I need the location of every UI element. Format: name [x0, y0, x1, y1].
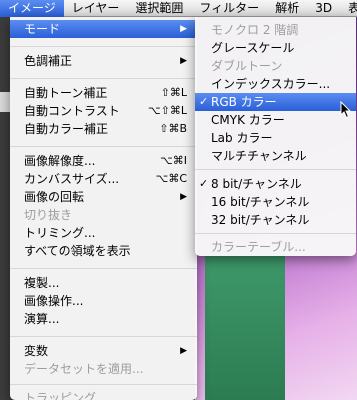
submenu-item-indexed-color[interactable]: インデックスカラー... — [195, 75, 356, 93]
menu-item-label: モード — [24, 22, 61, 36]
menu-item-label: マルチチャンネル — [211, 149, 307, 163]
menu-separator — [10, 384, 197, 385]
menu-item-label: 切り抜き — [24, 208, 73, 222]
menu-item-label: 複製... — [24, 276, 60, 290]
menu-item-label: トラッピング... — [24, 391, 108, 400]
shortcut-label: ⌥⇧⌘L — [147, 104, 187, 117]
menu-item-label: 画像の回転 — [24, 190, 85, 204]
menu-item-label: 変数 — [24, 344, 49, 358]
submenu-item-bitmap: モノクロ 2 階調 — [195, 21, 356, 39]
menu-item-adjustments[interactable]: 色調補正 ▶ — [10, 52, 197, 70]
submenu-arrow-icon: ▶ — [180, 56, 187, 66]
menu-item-label: 32 bit/チャンネル — [211, 213, 310, 227]
menu-item-reveal-all[interactable]: すべての領域を表示 — [10, 242, 197, 260]
menu-item-label: 画像解像度... — [24, 154, 96, 168]
menu-item-apply-image[interactable]: 画像操作... — [10, 292, 197, 310]
menu-separator — [10, 336, 197, 337]
menu-item-label: モノクロ 2 階調 — [211, 23, 299, 37]
submenu-item-multichannel[interactable]: マルチチャンネル — [195, 147, 356, 165]
checkmark-icon: ✓ — [199, 177, 209, 190]
menubar-layer[interactable]: レイヤー — [64, 0, 128, 17]
submenu-item-grayscale[interactable]: グレースケール — [195, 39, 356, 57]
submenu-arrow-icon: ▶ — [180, 24, 187, 34]
menu-item-label: すべての領域を表示 — [24, 244, 131, 258]
menu-item-image-rotation[interactable]: 画像の回転 ▶ — [10, 188, 197, 206]
menu-item-auto-color[interactable]: 自動カラー補正 ⇧⌘B — [10, 120, 197, 138]
menu-item-label: カンバスサイズ... — [24, 172, 120, 186]
menu-item-duplicate[interactable]: 複製... — [10, 274, 197, 292]
menu-item-crop: 切り抜き — [10, 206, 197, 224]
menu-separator — [195, 169, 356, 170]
menubar-3d[interactable]: 3D — [307, 0, 340, 17]
shortcut-label: ⌥⌘C — [155, 172, 187, 185]
ruler-strip — [0, 92, 10, 112]
menu-item-label: 8 bit/チャンネル — [211, 177, 302, 191]
menu-item-label: カラーテーブル... — [211, 240, 306, 254]
submenu-item-color-table: カラーテーブル... — [195, 238, 356, 256]
menu-item-trap: トラッピング... — [10, 389, 197, 400]
menu-item-auto-contrast[interactable]: 自動コントラスト ⌥⇧⌘L — [10, 102, 197, 120]
menubar: イメージ レイヤー 選択範囲 フィルター 解析 3D 表 — [0, 0, 357, 17]
menu-item-auto-tone[interactable]: 自動トーン補正 ⇧⌘L — [10, 84, 197, 102]
menu-item-image-size[interactable]: 画像解像度... ⌥⌘I — [10, 152, 197, 170]
menubar-image[interactable]: イメージ — [0, 0, 64, 17]
menubar-analysis[interactable]: 解析 — [267, 0, 307, 17]
menu-item-label: 色調補正 — [24, 54, 73, 68]
menu-item-label: 自動トーン補正 — [24, 86, 108, 100]
menu-item-apply-data-set: データセットを適用... — [10, 360, 197, 378]
menu-separator — [10, 78, 197, 79]
menu-item-label: 自動カラー補正 — [24, 122, 109, 136]
menu-item-mode[interactable]: モード ▶ — [10, 20, 197, 38]
mode-submenu: モノクロ 2 階調 グレースケール ダブルトーン インデックスカラー... ✓ … — [195, 17, 356, 256]
submenu-item-16bit[interactable]: 16 bit/チャンネル — [195, 193, 356, 211]
menu-item-label: ダブルトーン — [211, 59, 283, 73]
submenu-item-duotone: ダブルトーン — [195, 57, 356, 75]
menu-item-variables[interactable]: 変数 ▶ — [10, 342, 197, 360]
menu-separator — [10, 268, 197, 269]
menu-item-label: グレースケール — [211, 41, 295, 55]
menu-separator — [10, 46, 197, 47]
menubar-view[interactable]: 表 — [340, 0, 357, 17]
submenu-item-lab-color[interactable]: Lab カラー — [195, 129, 356, 147]
canvas-green-region — [205, 250, 285, 400]
menu-item-label: RGB カラー — [211, 95, 277, 109]
menu-separator — [195, 233, 356, 234]
menu-item-label: CMYK カラー — [211, 113, 285, 127]
menubar-filter[interactable]: フィルター — [191, 0, 267, 17]
shortcut-label: ⇧⌘L — [160, 86, 187, 99]
menu-item-canvas-size[interactable]: カンバスサイズ... ⌥⌘C — [10, 170, 197, 188]
menu-item-label: 演算... — [24, 312, 60, 326]
mouse-cursor-icon — [340, 101, 352, 119]
menu-item-label: インデックスカラー... — [211, 77, 331, 91]
menu-item-label: データセットを適用... — [24, 362, 144, 376]
menubar-select[interactable]: 選択範囲 — [127, 0, 191, 17]
submenu-item-8bit[interactable]: ✓ 8 bit/チャンネル — [195, 175, 356, 193]
menu-item-calculations[interactable]: 演算... — [10, 310, 197, 328]
submenu-item-cmyk-color[interactable]: CMYK カラー — [195, 111, 356, 129]
menu-item-label: Lab カラー — [211, 131, 273, 145]
menu-item-label: トリミング... — [24, 226, 96, 240]
menu-item-label: 16 bit/チャンネル — [211, 195, 310, 209]
shortcut-label: ⇧⌘B — [159, 122, 187, 135]
submenu-item-32bit[interactable]: 32 bit/チャンネル — [195, 211, 356, 229]
menu-separator — [10, 146, 197, 147]
image-menu: モード ▶ 色調補正 ▶ 自動トーン補正 ⇧⌘L 自動コントラスト ⌥⇧⌘L 自… — [10, 17, 197, 400]
menu-item-trim[interactable]: トリミング... — [10, 224, 197, 242]
menu-item-label: 画像操作... — [24, 294, 84, 308]
submenu-arrow-icon: ▶ — [180, 192, 187, 202]
submenu-item-rgb-color[interactable]: ✓ RGB カラー — [195, 93, 356, 111]
checkmark-icon: ✓ — [199, 95, 209, 108]
shortcut-label: ⌥⌘I — [160, 154, 187, 167]
menu-item-label: 自動コントラスト — [24, 104, 120, 118]
submenu-arrow-icon: ▶ — [180, 346, 187, 356]
